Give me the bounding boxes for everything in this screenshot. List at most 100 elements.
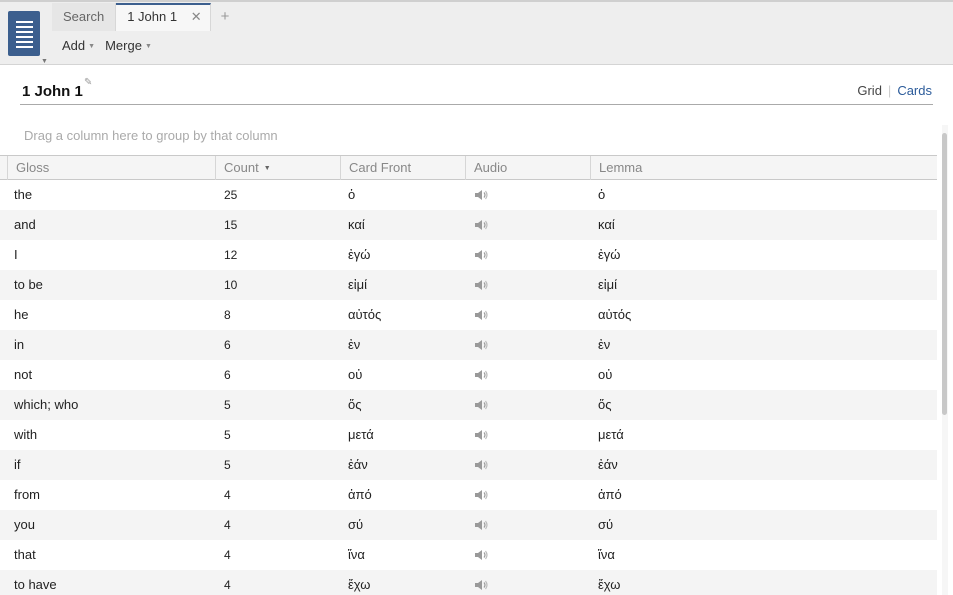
lemma-cell: σύ <box>598 517 614 532</box>
speaker-icon[interactable] <box>474 570 488 595</box>
speaker-icon[interactable] <box>474 540 488 570</box>
gloss-cell: from <box>14 487 40 502</box>
column-header-audio[interactable]: Audio <box>465 156 590 180</box>
count-cell: 6 <box>224 368 231 382</box>
lemma-cell: αὐτός <box>598 307 632 322</box>
speaker-icon[interactable] <box>474 330 488 360</box>
table-row[interactable]: the 25 ὁ ὁ <box>0 180 937 210</box>
lemma-cell: ἐάν <box>598 457 618 472</box>
speaker-icon[interactable] <box>474 420 488 450</box>
column-header-count[interactable]: Count ▼ <box>215 156 340 180</box>
lemma-cell: ἔχω <box>598 577 621 592</box>
speaker-icon[interactable] <box>474 450 488 480</box>
card-front-cell: ἐάν <box>348 457 368 472</box>
close-icon[interactable]: ✕ <box>191 9 202 24</box>
table-row[interactable]: you 4 σύ σύ <box>0 510 937 540</box>
table-row[interactable]: if 5 ἐάν ἐάν <box>0 450 937 480</box>
page-title[interactable]: 1 John 1 <box>22 83 83 100</box>
chevron-down-icon: ▼ <box>144 43 152 50</box>
count-cell: 15 <box>224 218 238 232</box>
count-cell: 5 <box>224 398 231 412</box>
gloss-cell: and <box>14 217 36 232</box>
column-label: Card Front <box>349 160 412 175</box>
count-cell: 5 <box>224 428 231 442</box>
table-row[interactable]: from 4 ἀπό ἀπό <box>0 480 937 510</box>
card-front-cell: σύ <box>348 517 364 532</box>
scrollbar-thumb[interactable] <box>942 133 947 415</box>
add-label: Add <box>62 38 86 53</box>
gloss-cell: the <box>14 187 33 202</box>
speaker-icon[interactable] <box>474 480 488 510</box>
speaker-icon[interactable] <box>474 390 488 420</box>
count-cell: 8 <box>224 308 231 322</box>
count-cell: 5 <box>224 458 231 472</box>
card-front-cell: μετά <box>348 427 374 442</box>
speaker-icon[interactable] <box>474 300 488 330</box>
table-row[interactable]: that 4 ἵνα ἵνα <box>0 540 937 570</box>
gloss-cell: if <box>14 457 21 472</box>
vocabulary-grid: Gloss Count ▼ Card Front Audio Lemma the 2… <box>0 155 937 595</box>
speaker-icon[interactable] <box>474 510 488 540</box>
gloss-cell: with <box>14 427 38 442</box>
tab-label: Search <box>63 9 105 24</box>
merge-label: Merge <box>105 38 142 53</box>
gloss-cell: to have <box>14 577 57 592</box>
table-row[interactable]: with 5 μετά μετά <box>0 420 937 450</box>
speaker-icon[interactable] <box>474 240 488 270</box>
lemma-cell: ἵνα <box>598 547 615 562</box>
table-row[interactable]: to be 10 εἰμί εἰμί <box>0 270 937 300</box>
count-cell: 10 <box>224 278 238 292</box>
grid-view-link[interactable]: Grid <box>857 83 882 98</box>
sort-down-icon: ▼ <box>263 165 271 172</box>
vertical-scrollbar[interactable] <box>942 125 948 595</box>
table-row[interactable]: I 12 ἐγώ ἐγώ <box>0 240 937 270</box>
lemma-cell: εἰμί <box>598 277 618 292</box>
column-header-card-front[interactable]: Card Front <box>340 156 465 180</box>
tab-1-john-1[interactable]: 1 John 1 ✕ <box>116 3 211 31</box>
table-row[interactable]: which; who 5 ὅς ὅς <box>0 390 937 420</box>
card-front-cell: ἐν <box>348 337 361 352</box>
speaker-icon[interactable] <box>474 360 488 390</box>
card-front-cell: ἵνα <box>348 547 365 562</box>
tab-label: 1 John 1 <box>127 9 178 24</box>
lemma-cell: μετά <box>598 427 624 442</box>
app-menu-button[interactable]: ▼ <box>8 11 48 65</box>
speaker-icon[interactable] <box>474 180 488 210</box>
card-front-cell: ὅς <box>348 397 362 412</box>
gloss-cell: he <box>14 307 29 322</box>
cards-view-link[interactable]: Cards <box>897 83 932 98</box>
count-cell: 4 <box>224 518 231 532</box>
chevron-down-icon: ▼ <box>41 58 48 65</box>
table-row[interactable]: and 15 καί καί <box>0 210 937 240</box>
group-drop-zone[interactable]: Drag a column here to group by that colu… <box>24 128 278 143</box>
column-label: Audio <box>474 160 508 175</box>
tab-search[interactable]: Search <box>52 3 117 31</box>
title-row: 1 John 1 ✎ Grid | Cards <box>20 77 933 105</box>
card-front-cell: καί <box>348 217 365 232</box>
add-menu-button[interactable]: Add ▼ <box>62 38 95 53</box>
tab-bar: Search 1 John 1 ✕ + <box>52 3 239 31</box>
gloss-cell: to be <box>14 277 43 292</box>
speaker-icon[interactable] <box>474 210 488 240</box>
speaker-icon[interactable] <box>474 270 488 300</box>
table-row[interactable]: not 6 οὐ οὐ <box>0 360 937 390</box>
column-header-gloss[interactable]: Gloss <box>7 156 215 180</box>
card-front-cell: εἰμί <box>348 277 368 292</box>
new-tab-button[interactable]: + <box>211 3 240 31</box>
card-front-cell: αὐτός <box>348 307 382 322</box>
count-cell: 4 <box>224 488 231 502</box>
card-front-cell: οὐ <box>348 367 363 382</box>
merge-menu-button[interactable]: Merge ▼ <box>105 38 152 53</box>
grid-header: Gloss Count ▼ Card Front Audio Lemma <box>0 155 937 180</box>
column-header-lemma[interactable]: Lemma <box>590 156 937 180</box>
count-cell: 25 <box>224 188 238 202</box>
top-divider <box>0 0 953 2</box>
table-row[interactable]: to have 4 ἔχω ἔχω <box>0 570 937 595</box>
lemma-cell: οὐ <box>598 367 613 382</box>
table-row[interactable]: in 6 ἐν ἐν <box>0 330 937 360</box>
pencil-icon[interactable]: ✎ <box>84 77 92 88</box>
count-cell: 6 <box>224 338 231 352</box>
column-label: Gloss <box>16 160 50 175</box>
count-cell: 4 <box>224 548 231 562</box>
table-row[interactable]: he 8 αὐτός αὐτός <box>0 300 937 330</box>
